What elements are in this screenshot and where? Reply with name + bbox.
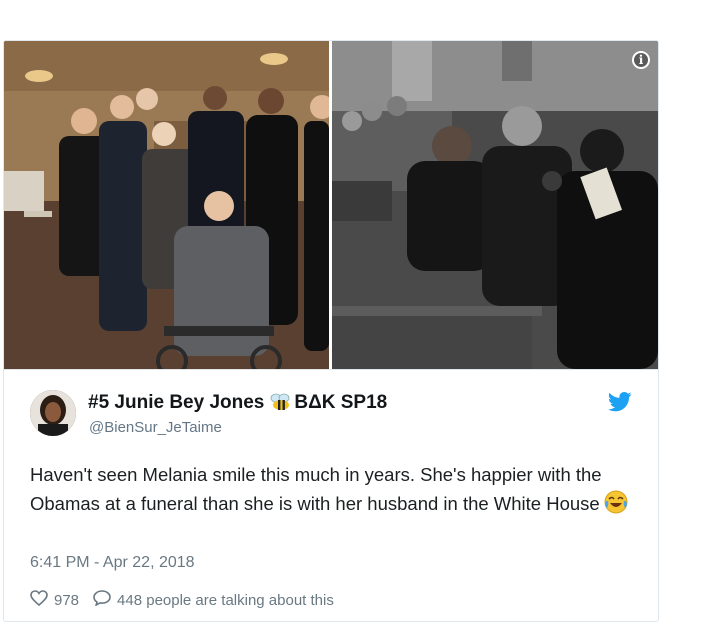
tweet-timestamp[interactable]: 6:41 PM - Apr 22, 2018 xyxy=(30,554,195,572)
tweet-body: #5 Junie Bey Jones BΔK SP18 @BienSur_JeTa… xyxy=(4,369,658,621)
laughing-tears-emoji-icon xyxy=(604,490,628,522)
info-icon[interactable]: i xyxy=(632,51,650,69)
talking-count-link[interactable]: 448 people are talking about this xyxy=(117,592,334,609)
avatar[interactable] xyxy=(30,390,76,436)
like-count[interactable]: 978 xyxy=(54,592,79,609)
tweet-card[interactable]: i #5 Junie Bey Jones BΔK SP18 @BienSur_Je… xyxy=(3,40,659,622)
tweet-actions: 978 448 people are talking about this xyxy=(30,590,334,610)
photo-funeral-pews[interactable]: i xyxy=(332,41,658,369)
twitter-bird-icon[interactable] xyxy=(607,392,632,412)
tweet-text-content: Haven't seen Melania smile this much in … xyxy=(30,464,602,514)
funeral-photo-image xyxy=(332,41,658,369)
tweet-text: Haven't seen Melania smile this much in … xyxy=(30,460,640,522)
group-photo-image xyxy=(4,41,329,369)
author-display-name: #5 Junie Bey Jones xyxy=(88,392,265,413)
photo-family-group[interactable] xyxy=(4,41,329,369)
tweet-media[interactable]: i xyxy=(4,41,658,369)
author-name[interactable]: #5 Junie Bey Jones BΔK SP18 xyxy=(88,392,387,417)
author-suffix: BΔK SP18 xyxy=(294,392,388,413)
avatar-image xyxy=(30,390,76,436)
speech-bubble-icon[interactable] xyxy=(93,590,111,610)
bee-icon xyxy=(270,393,292,417)
heart-icon[interactable] xyxy=(30,590,48,610)
author-handle[interactable]: @BienSur_JeTaime xyxy=(89,419,222,436)
